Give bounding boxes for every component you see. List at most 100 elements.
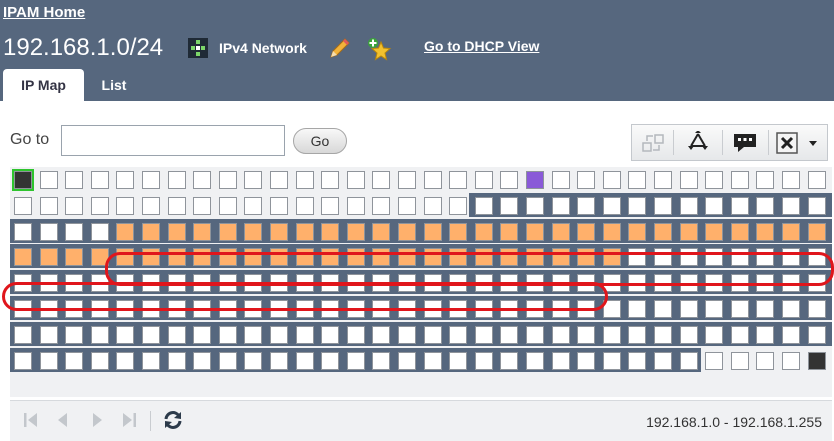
ip-cell[interactable]: [756, 171, 775, 189]
ip-cell[interactable]: [628, 171, 647, 189]
ip-cell[interactable]: [756, 351, 775, 370]
ip-cell[interactable]: [551, 300, 570, 318]
ip-cell[interactable]: [14, 325, 32, 344]
last-page-icon[interactable]: [118, 409, 140, 431]
ip-cell[interactable]: [39, 300, 58, 318]
ip-cell[interactable]: [705, 351, 724, 370]
ip-cell[interactable]: [295, 325, 314, 344]
ip-cell[interactable]: [654, 274, 672, 293]
refresh-icon[interactable]: [162, 409, 184, 431]
ip-cell[interactable]: [218, 171, 237, 189]
ip-cell[interactable]: [398, 351, 416, 370]
ip-cell[interactable]: [654, 196, 672, 215]
comment-icon[interactable]: [726, 125, 764, 160]
ip-cell[interactable]: [730, 325, 749, 344]
ip-cell[interactable]: [756, 325, 775, 344]
ip-cell[interactable]: [39, 222, 58, 241]
ip-cell[interactable]: [372, 171, 391, 189]
ip-cell[interactable]: [654, 325, 672, 344]
ip-cell[interactable]: [628, 196, 647, 215]
ip-cell[interactable]: [90, 171, 109, 189]
ip-cell[interactable]: [807, 351, 826, 370]
ip-cell[interactable]: [12, 169, 34, 191]
ip-cell[interactable]: [295, 274, 314, 293]
ip-cell[interactable]: [218, 196, 237, 215]
ip-cell[interactable]: [39, 274, 58, 293]
ip-cell[interactable]: [270, 171, 288, 189]
ip-cell[interactable]: [679, 300, 698, 318]
ip-cell[interactable]: [526, 248, 544, 267]
ip-cell[interactable]: [654, 248, 672, 267]
ip-cell[interactable]: [679, 274, 698, 293]
ip-cell[interactable]: [167, 351, 186, 370]
ip-cell[interactable]: [346, 248, 365, 267]
ip-cell[interactable]: [14, 300, 32, 318]
ip-cell[interactable]: [193, 196, 212, 215]
delete-icon[interactable]: [772, 125, 802, 160]
ip-cell[interactable]: [398, 222, 416, 241]
ip-cell[interactable]: [679, 171, 698, 189]
ipam-home-link[interactable]: IPAM Home: [3, 4, 85, 21]
ip-cell[interactable]: [39, 325, 58, 344]
ip-cell[interactable]: [142, 196, 160, 215]
ip-cell[interactable]: [90, 196, 109, 215]
ip-cell[interactable]: [346, 351, 365, 370]
ip-cell[interactable]: [167, 222, 186, 241]
ip-cell[interactable]: [65, 325, 84, 344]
ip-cell[interactable]: [346, 196, 365, 215]
ip-cell[interactable]: [193, 222, 212, 241]
ip-cell[interactable]: [321, 300, 340, 318]
ip-cell[interactable]: [321, 248, 340, 267]
ip-cell[interactable]: [807, 196, 826, 215]
ip-cell[interactable]: [65, 248, 84, 267]
ip-cell[interactable]: [65, 300, 84, 318]
ip-cell[interactable]: [398, 196, 416, 215]
ip-cell[interactable]: [654, 171, 672, 189]
ip-cell[interactable]: [142, 222, 160, 241]
ip-cell[interactable]: [526, 171, 544, 189]
ip-cell[interactable]: [474, 300, 493, 318]
ip-cell[interactable]: [321, 196, 340, 215]
go-button[interactable]: Go: [293, 128, 347, 154]
ip-cell[interactable]: [142, 325, 160, 344]
ip-cell[interactable]: [577, 325, 596, 344]
ip-cell[interactable]: [218, 300, 237, 318]
ip-cell[interactable]: [654, 222, 672, 241]
ip-cell[interactable]: [321, 222, 340, 241]
ip-cell[interactable]: [193, 274, 212, 293]
ip-cell[interactable]: [193, 325, 212, 344]
ip-cell[interactable]: [782, 248, 800, 267]
ip-cell[interactable]: [270, 196, 288, 215]
ip-cell[interactable]: [679, 222, 698, 241]
ip-cell[interactable]: [372, 196, 391, 215]
ip-cell[interactable]: [474, 171, 493, 189]
ip-cell[interactable]: [526, 274, 544, 293]
ip-cell[interactable]: [679, 248, 698, 267]
ip-cell[interactable]: [218, 351, 237, 370]
ip-cell[interactable]: [500, 248, 519, 267]
ip-cell[interactable]: [116, 196, 135, 215]
ip-cell[interactable]: [628, 222, 647, 241]
ip-cell[interactable]: [474, 351, 493, 370]
ip-cell[interactable]: [423, 171, 442, 189]
ip-cell[interactable]: [372, 274, 391, 293]
ip-cell[interactable]: [577, 274, 596, 293]
ip-cell[interactable]: [270, 248, 288, 267]
previous-page-icon[interactable]: [52, 409, 74, 431]
ip-cell[interactable]: [167, 274, 186, 293]
ip-cell[interactable]: [321, 325, 340, 344]
ip-cell[interactable]: [244, 248, 263, 267]
ip-cell[interactable]: [756, 274, 775, 293]
ip-cell[interactable]: [39, 171, 58, 189]
ip-cell[interactable]: [116, 222, 135, 241]
ip-cell[interactable]: [449, 325, 468, 344]
ip-cell[interactable]: [167, 325, 186, 344]
ip-cell[interactable]: [39, 248, 58, 267]
ip-cell[interactable]: [346, 325, 365, 344]
ip-cell[interactable]: [346, 274, 365, 293]
ip-cell[interactable]: [193, 351, 212, 370]
ip-cell[interactable]: [730, 300, 749, 318]
ip-cell[interactable]: [423, 351, 442, 370]
ip-cell[interactable]: [628, 248, 647, 267]
next-page-icon[interactable]: [86, 409, 108, 431]
